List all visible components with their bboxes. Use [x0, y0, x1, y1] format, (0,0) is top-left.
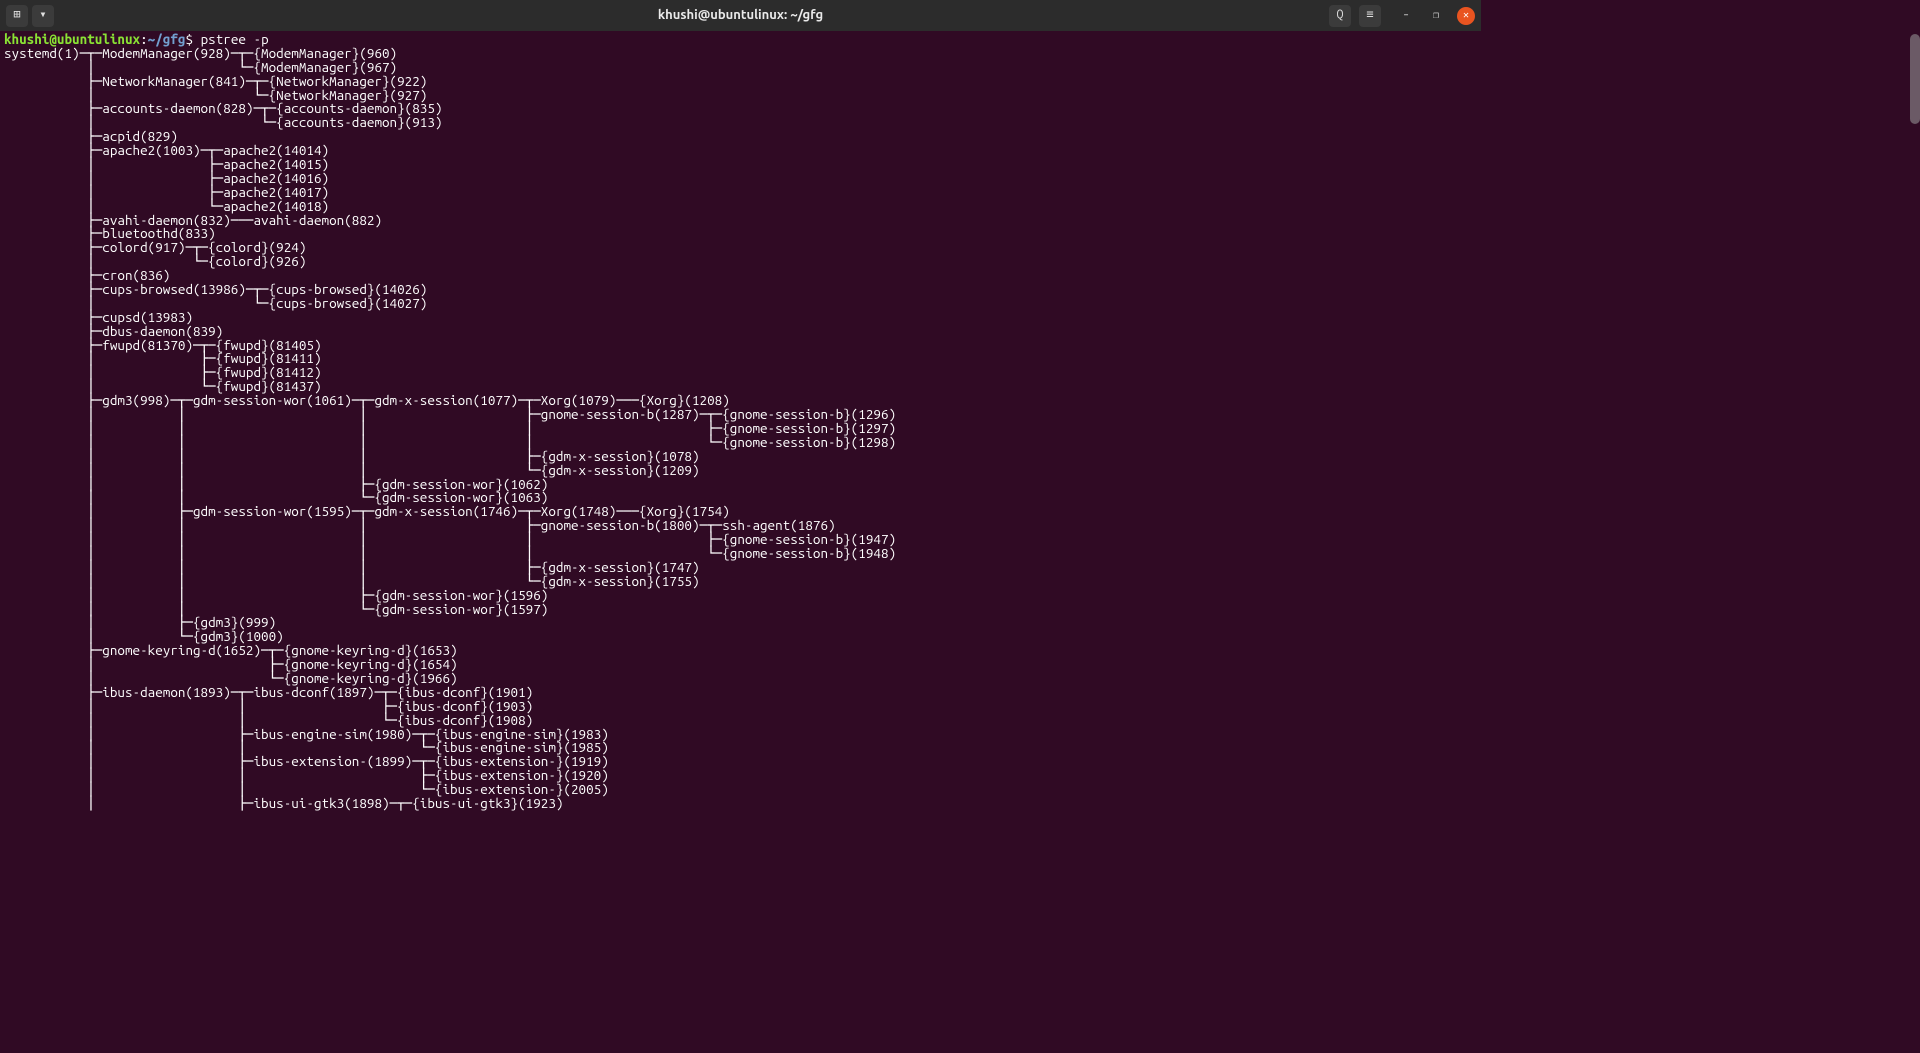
maximize-icon: ❐ [1433, 10, 1439, 20]
window-title: khushi@ubuntulinux: ~/gfg [0, 9, 1481, 22]
hamburger-icon: ≡ [1366, 9, 1373, 21]
minimize-icon: – [1403, 10, 1409, 20]
pstree-output: systemd(1)─┬─ModemManager(928)─┬─{ModemM… [4, 45, 896, 811]
terminal-viewport[interactable]: khushi@ubuntulinux:~/gfg$ pstree -p syst… [0, 31, 1481, 815]
titlebar: ⊞ ▾ khushi@ubuntulinux: ~/gfg Q ≡ – ❐ ✕ [0, 0, 1481, 31]
close-icon: ✕ [1463, 10, 1469, 20]
chevron-down-icon: ▾ [39, 9, 46, 21]
maximize-button[interactable]: ❐ [1427, 7, 1445, 25]
search-button[interactable]: Q [1329, 5, 1351, 27]
vertical-scrollbar[interactable] [1910, 34, 1920, 124]
close-button[interactable]: ✕ [1457, 7, 1475, 25]
search-icon: Q [1337, 9, 1344, 21]
minimize-button[interactable]: – [1397, 7, 1415, 25]
new-tab-button[interactable]: ⊞ [6, 5, 28, 27]
tab-dropdown-button[interactable]: ▾ [32, 5, 54, 27]
menu-button[interactable]: ≡ [1359, 5, 1381, 27]
new-tab-icon: ⊞ [13, 9, 20, 21]
